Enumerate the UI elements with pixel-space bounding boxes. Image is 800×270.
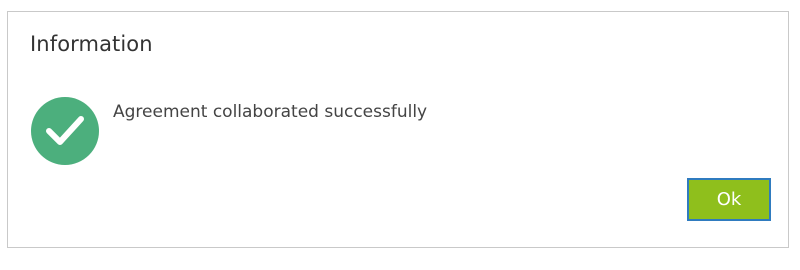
ok-button[interactable]: Ok	[687, 178, 771, 221]
checkmark-icon	[46, 116, 84, 145]
dialog-message: Agreement collaborated successfully	[113, 102, 428, 122]
information-dialog: Information Agreement collaborated succe…	[7, 11, 789, 248]
success-check-icon	[31, 97, 99, 165]
dialog-title: Information	[30, 32, 153, 56]
